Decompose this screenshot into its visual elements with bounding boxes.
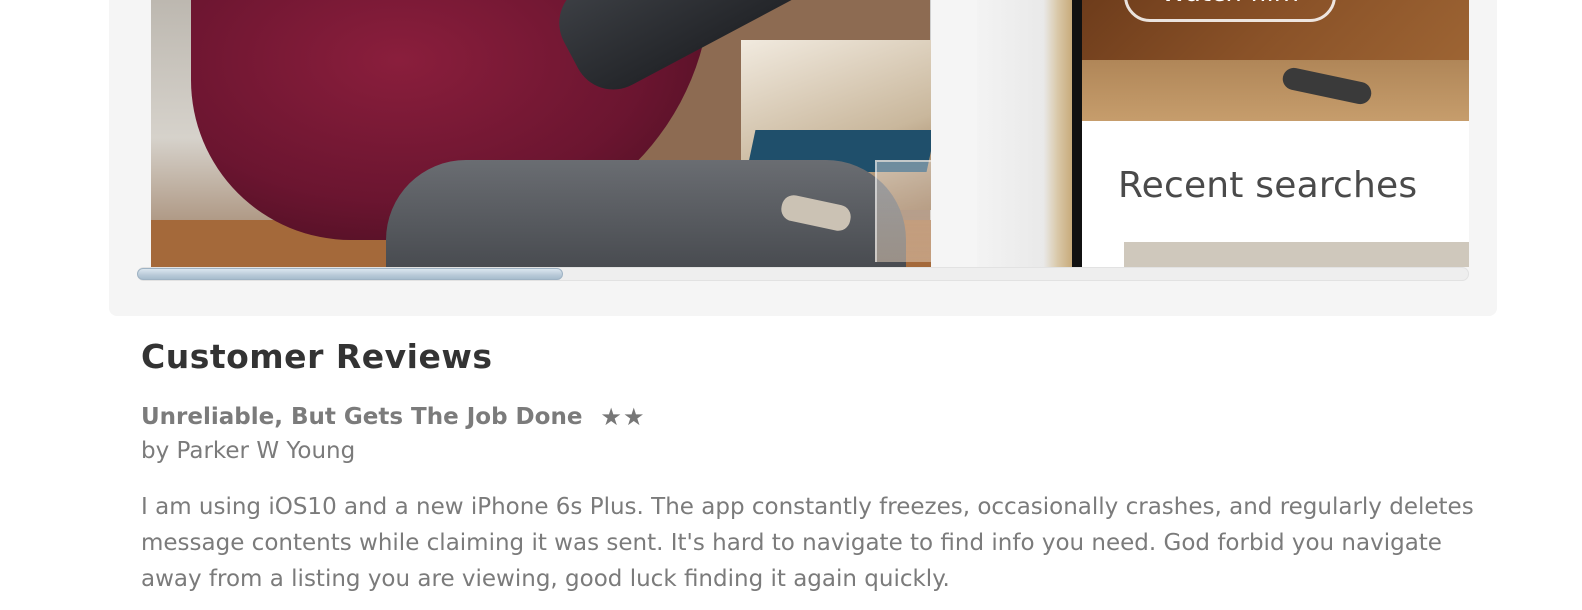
screenshots-panel: Watch film Recent searches (109, 0, 1497, 316)
phone-bezel (1072, 0, 1082, 267)
scrollbar-thumb[interactable] (137, 268, 563, 280)
customer-reviews-section: Customer Reviews Unreliable, But Gets Th… (141, 336, 1481, 597)
screenshots-viewport[interactable]: Watch film Recent searches (137, 0, 1469, 267)
phone-screen: Watch film Recent searches (1082, 0, 1469, 267)
screenshots-scrollbar[interactable] (137, 267, 1469, 281)
recent-search-card (1124, 242, 1469, 267)
review-body: I am using iOS10 and a new iPhone 6s Plu… (141, 494, 1474, 592)
review-title: Unreliable, But Gets The Job Done (141, 404, 583, 430)
review-title-row: Unreliable, But Gets The Job Done ★★ (141, 400, 1481, 434)
screenshot-2[interactable]: Watch film Recent searches (977, 0, 1469, 267)
watch-film-button: Watch film (1124, 0, 1336, 22)
screenshot-1-glass (875, 160, 931, 262)
review-author: by Parker W Young (141, 438, 356, 464)
hero-floor (1082, 60, 1469, 121)
review-item: Unreliable, But Gets The Job Done ★★ by … (141, 400, 1481, 597)
screenshot-1[interactable] (151, 0, 931, 267)
phone-hero-image: Watch film (1082, 0, 1469, 121)
recent-searches-label: Recent searches (1118, 165, 1418, 206)
star-rating-icon: ★★ (600, 403, 646, 431)
customer-reviews-heading: Customer Reviews (141, 337, 493, 376)
phone-frame (977, 0, 1072, 267)
